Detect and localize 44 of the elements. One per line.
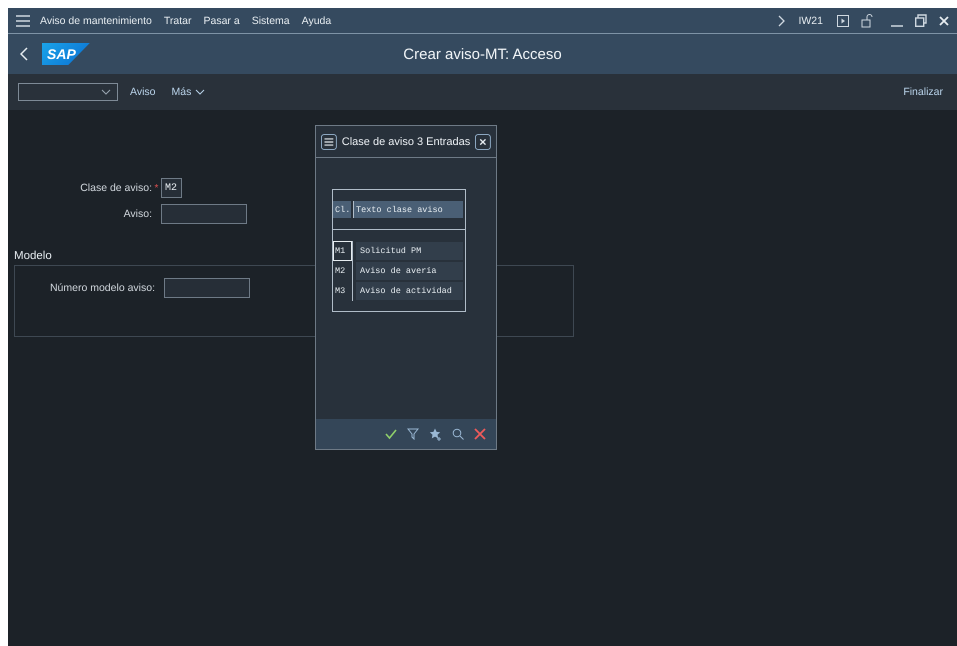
toolbar-button[interactable]: Más [168,84,210,100]
table-cell[interactable]: Aviso de avería [356,262,463,280]
table-cell[interactable]: Aviso de actividad [356,282,463,300]
menu-item[interactable]: Ayuda [302,14,332,26]
filter-icon[interactable] [407,428,419,440]
close-icon[interactable] [475,132,491,150]
menu-item[interactable]: Pasar a [204,14,240,26]
dialog-title: Clase de aviso 3 Entradas [342,136,470,148]
menu-item[interactable]: Aviso de mantenimiento [40,14,152,26]
caret-icon [101,89,111,95]
transaction-code: IW21 [798,14,823,26]
exit-button[interactable]: Finalizar [899,84,947,100]
input-field[interactable] [164,278,250,298]
field-label: Clase de aviso: [79,182,152,194]
search-icon[interactable] [452,428,464,440]
input-field[interactable] [161,204,247,224]
caret-icon [195,89,206,95]
table-cell[interactable]: M2 [333,261,353,281]
star-plus-icon[interactable] [429,428,442,440]
table-cell[interactable]: M3 [333,281,353,301]
input-field[interactable]: M2 [161,178,182,198]
menu-item[interactable]: Tratar [164,14,192,26]
window-title: Crear aviso-MT: Acceso [403,46,562,62]
lock-icon[interactable] [861,14,873,28]
field-label: Número modelo aviso: [48,282,155,294]
back-icon[interactable] [20,47,28,61]
menu-item[interactable]: Sistema [252,14,290,26]
column-header[interactable]: Texto clase aviso [353,201,463,218]
dropdown-field[interactable] [18,83,118,101]
field-label: Aviso: [122,208,152,220]
required-mark: * [154,182,158,194]
section-title: Modelo [14,250,52,264]
menu-icon[interactable] [321,132,337,150]
checkmark-icon[interactable] [385,428,397,440]
table-cell[interactable]: Solicitud PM [356,242,463,260]
chevron-right-icon[interactable] [778,14,786,26]
toolbar-button[interactable]: Aviso [126,84,160,100]
column-header[interactable]: Cl. [333,201,351,218]
play-icon[interactable] [837,14,849,26]
menu-icon[interactable] [16,14,30,26]
sap-logo: SAP [42,43,90,65]
table-cell[interactable]: M1 [333,241,353,261]
cancel-icon[interactable] [474,428,486,440]
restore-icon[interactable] [915,14,927,27]
